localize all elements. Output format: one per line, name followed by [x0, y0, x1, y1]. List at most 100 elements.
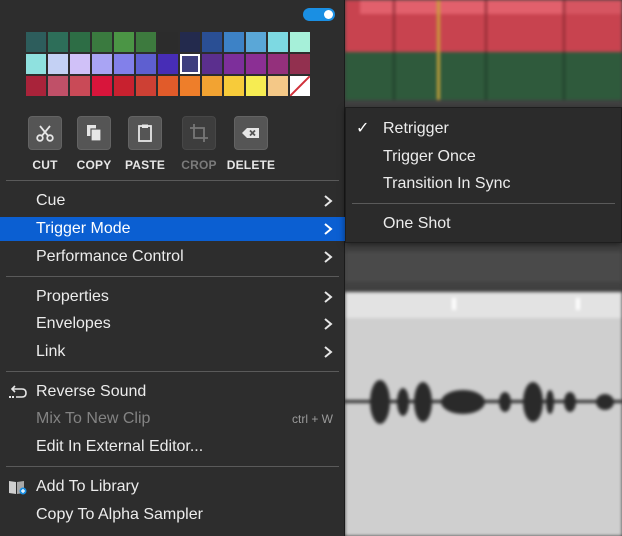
- submenu-divider: [352, 203, 615, 204]
- menu-item-label: Performance Control: [36, 248, 184, 265]
- color-swatch[interactable]: [70, 32, 90, 52]
- color-swatch[interactable]: [224, 54, 244, 74]
- menu-item-trigger-mode[interactable]: Trigger Mode: [0, 217, 345, 241]
- color-swatch[interactable]: [92, 54, 112, 74]
- color-swatch[interactable]: [290, 54, 310, 74]
- menu-item-label: Envelopes: [36, 315, 111, 332]
- menu-item-copy-to-alpha-sampler[interactable]: Copy To Alpha Sampler: [0, 503, 345, 527]
- copy-button[interactable]: COPY: [68, 116, 120, 172]
- menu-item-envelopes[interactable]: Envelopes: [0, 312, 345, 336]
- color-swatch[interactable]: [180, 76, 200, 96]
- color-swatch[interactable]: [26, 54, 46, 74]
- color-swatch[interactable]: [70, 76, 90, 96]
- color-swatch[interactable]: [202, 76, 222, 96]
- backspace-icon: [234, 116, 268, 150]
- menu-item-label: Reverse Sound: [36, 383, 147, 400]
- copy-label: COPY: [76, 158, 112, 172]
- color-swatch[interactable]: [158, 76, 178, 96]
- background-editor: [345, 0, 622, 536]
- submenu-item-label: One Shot: [383, 215, 451, 232]
- color-swatch[interactable]: [48, 76, 68, 96]
- color-swatch[interactable]: [268, 32, 288, 52]
- crop-icon: [182, 116, 216, 150]
- delete-button[interactable]: DELETE: [225, 116, 277, 172]
- no-color-swatch[interactable]: [290, 76, 310, 96]
- background-clip-header: [565, 0, 622, 14]
- menu-item-reverse-sound[interactable]: Reverse Sound: [0, 380, 345, 404]
- menu-item-label: Cue: [36, 192, 66, 209]
- color-swatch[interactable]: [114, 32, 134, 52]
- submenu-item-one-shot[interactable]: One Shot: [346, 212, 621, 236]
- color-swatch[interactable]: [114, 54, 134, 74]
- submenu-item-label: Trigger Once: [383, 148, 476, 165]
- color-swatch[interactable]: [224, 76, 244, 96]
- menu-item-edit-external-editor[interactable]: Edit In External Editor...: [0, 435, 345, 459]
- menu-item-properties[interactable]: Properties: [0, 285, 345, 309]
- chevron-right-icon: [324, 291, 333, 303]
- color-swatch[interactable]: [158, 32, 178, 52]
- edit-toolbar: CUT COPY PASTE CROP DELETE: [19, 116, 284, 176]
- color-swatch[interactable]: [92, 32, 112, 52]
- paste-button[interactable]: PASTE: [119, 116, 171, 172]
- color-swatch[interactable]: [268, 76, 288, 96]
- background-waveform-area: [345, 292, 622, 536]
- crop-button[interactable]: CROP: [173, 116, 225, 172]
- reverse-icon: [9, 385, 27, 398]
- menu-item-cue[interactable]: Cue: [0, 189, 345, 213]
- menu-item-performance-control[interactable]: Performance Control: [0, 245, 345, 269]
- color-swatch[interactable]: [158, 54, 178, 74]
- menu-item-label: Link: [36, 343, 66, 360]
- toggle-knob: [324, 10, 333, 19]
- chevron-right-icon: [324, 223, 333, 235]
- clipboard-icon: [128, 116, 162, 150]
- color-swatch[interactable]: [48, 54, 68, 74]
- color-swatch[interactable]: [136, 32, 156, 52]
- menu-item-label: Properties: [36, 288, 109, 305]
- color-swatch[interactable]: [48, 32, 68, 52]
- color-swatch[interactable]: [114, 76, 134, 96]
- cut-label: CUT: [32, 158, 58, 172]
- cut-button[interactable]: CUT: [19, 116, 71, 172]
- background-lane: [345, 252, 622, 282]
- menu-item-add-to-library[interactable]: Add To Library: [0, 475, 345, 499]
- color-swatch[interactable]: [246, 32, 266, 52]
- menu-item-mix-to-new-clip[interactable]: Mix To New Clip ctrl + W: [0, 407, 345, 431]
- menu-divider: [6, 371, 339, 372]
- color-swatch[interactable]: [136, 54, 156, 74]
- color-swatch[interactable]: [202, 54, 222, 74]
- background-grid-line: [393, 52, 395, 100]
- color-swatch[interactable]: [70, 54, 90, 74]
- color-swatch[interactable]: [26, 76, 46, 96]
- background-waveform-header: [345, 292, 622, 318]
- color-swatch[interactable]: [246, 54, 266, 74]
- menu-item-link[interactable]: Link: [0, 340, 345, 364]
- submenu-item-trigger-once[interactable]: Trigger Once: [346, 145, 621, 169]
- color-swatch[interactable]: [290, 32, 310, 52]
- background-grid-line: [563, 52, 565, 100]
- menu-item-label: Edit In External Editor...: [36, 438, 204, 455]
- color-swatch[interactable]: [180, 54, 200, 74]
- background-grid-line: [563, 0, 565, 52]
- color-swatch[interactable]: [202, 32, 222, 52]
- submenu-item-transition-in-sync[interactable]: Transition In Sync: [346, 172, 621, 196]
- color-swatch[interactable]: [26, 32, 46, 52]
- chevron-right-icon: [324, 318, 333, 330]
- context-menu: CUT COPY PASTE CROP DELETE Cue Trigger M…: [0, 0, 345, 536]
- menu-item-label: Mix To New Clip: [36, 410, 151, 427]
- submenu-item-retrigger[interactable]: ✓ Retrigger: [346, 117, 621, 141]
- shortcut-label: ctrl + W: [292, 412, 333, 426]
- color-swatch[interactable]: [180, 32, 200, 52]
- copy-icon: [77, 116, 111, 150]
- menu-item-label: Trigger Mode: [36, 220, 131, 237]
- color-swatch[interactable]: [224, 32, 244, 52]
- color-swatch[interactable]: [92, 76, 112, 96]
- color-swatch[interactable]: [246, 76, 266, 96]
- color-palette: [26, 32, 310, 96]
- background-marker: [576, 298, 580, 310]
- background-green-track: [345, 52, 622, 100]
- color-toggle-switch[interactable]: [303, 8, 335, 21]
- checkmark-icon: ✓: [356, 120, 370, 137]
- chevron-right-icon: [324, 251, 333, 263]
- color-swatch[interactable]: [136, 76, 156, 96]
- color-swatch[interactable]: [268, 54, 288, 74]
